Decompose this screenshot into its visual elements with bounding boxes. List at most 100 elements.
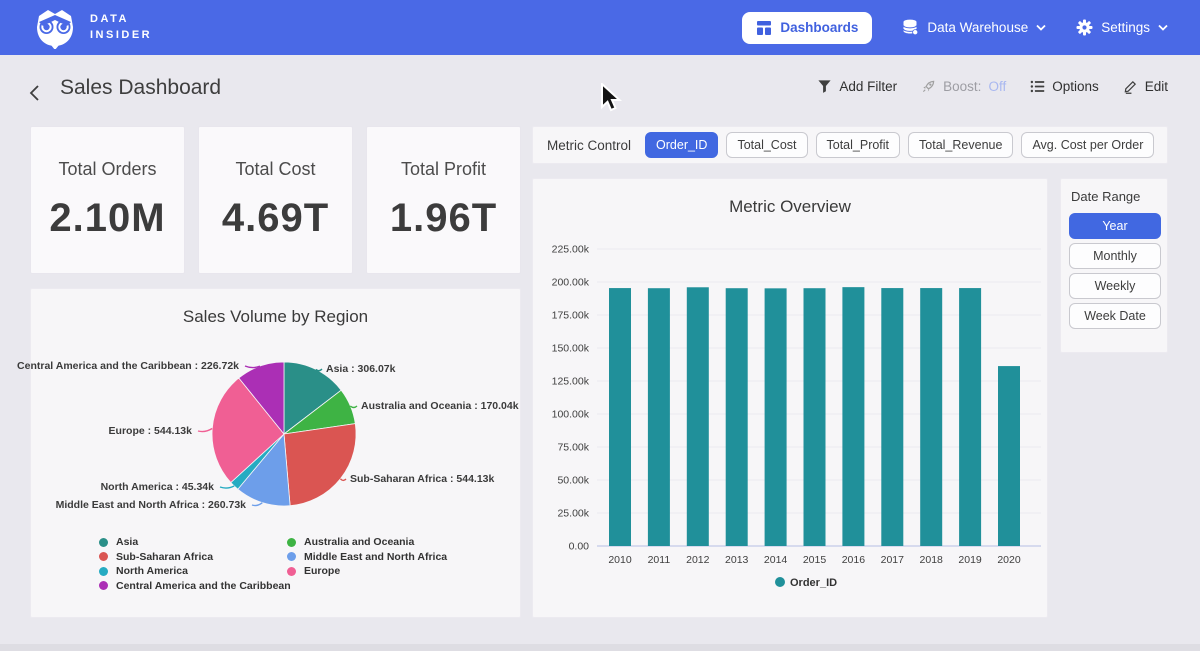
y-tick-label: 150.00k <box>552 343 590 355</box>
x-tick-label: 2017 <box>881 554 905 566</box>
back-button[interactable] <box>26 82 48 104</box>
y-tick-label: 25.00k <box>557 508 589 520</box>
legend-item: North America <box>99 564 287 579</box>
rocket-icon <box>921 79 936 94</box>
metric-option-total-cost[interactable]: Total_Cost <box>726 132 807 158</box>
legend-dot <box>99 567 108 576</box>
pie-callout-line <box>316 369 322 371</box>
bar-2020[interactable] <box>998 366 1020 546</box>
pie-slice-label: Europe : 544.13k <box>109 425 192 437</box>
x-tick-label: 2015 <box>803 554 827 566</box>
bar-2018[interactable] <box>920 288 942 546</box>
nav-dashboards-button[interactable]: Dashboards <box>742 12 872 44</box>
legend-item: Middle East and North Africa <box>287 550 447 565</box>
date-range-option-monthly[interactable]: Monthly <box>1069 243 1161 269</box>
x-tick-label: 2020 <box>997 554 1021 566</box>
legend-item: Europe <box>287 564 447 579</box>
pie-slice-3[interactable] <box>284 424 356 506</box>
pie-slice-label: Central America and the Caribbean : 226.… <box>17 360 239 372</box>
bar-legend-dot <box>775 577 785 587</box>
y-tick-label: 0.00 <box>569 541 590 553</box>
legend-dot <box>99 581 108 590</box>
page-header: Sales Dashboard Add Filter Boost: Off <box>0 55 1200 120</box>
bar-2015[interactable] <box>804 288 826 546</box>
metric-option-order-id[interactable]: Order_ID <box>645 132 718 158</box>
pie-slice-label: Middle East and North Africa : 260.73k <box>56 499 246 511</box>
pie-callout-line <box>252 503 262 506</box>
metric-overview-panel: Metric Overview 0.0025.00k50.00k75.00k10… <box>532 178 1048 618</box>
bar-2011[interactable] <box>648 288 670 546</box>
options-button[interactable]: Options <box>1030 79 1099 94</box>
y-tick-label: 225.00k <box>552 244 590 256</box>
x-tick-label: 2010 <box>608 554 632 566</box>
bar-legend-label: Order_ID <box>790 577 837 589</box>
x-tick-label: 2016 <box>842 554 866 566</box>
date-range-option-year[interactable]: Year <box>1069 213 1161 239</box>
footer-strip <box>0 644 1200 651</box>
edit-button[interactable]: Edit <box>1123 79 1168 94</box>
y-tick-label: 175.00k <box>552 310 590 322</box>
kpi-title: Total Profit <box>367 159 520 180</box>
pie-legend: AsiaSub-Saharan AfricaNorth AmericaCentr… <box>99 535 447 593</box>
y-tick-label: 75.00k <box>557 442 589 454</box>
pie-slice-label: Sub-Saharan Africa : 544.13k <box>350 473 494 485</box>
kpi-row: Total Orders 2.10M Total Cost 4.69T Tota… <box>30 126 521 274</box>
nav-settings-menu[interactable]: Settings <box>1076 19 1168 36</box>
kpi-card-total-orders: Total Orders 2.10M <box>30 126 185 274</box>
pie-callout-line <box>220 486 234 488</box>
filter-funnel-icon <box>817 79 832 94</box>
pie-slice-label: Australia and Oceania : 170.04k <box>361 400 519 412</box>
chevron-left-icon <box>26 84 44 102</box>
bar-2010[interactable] <box>609 288 631 546</box>
date-range-panel: Date Range YearMonthlyWeeklyWeek Date <box>1060 178 1168 353</box>
legend-item: Central America and the Caribbean <box>99 579 287 594</box>
metric-option-total-profit[interactable]: Total_Profit <box>816 132 901 158</box>
bar-2016[interactable] <box>842 287 864 546</box>
brand-logo: DATA INSIDER <box>32 7 152 49</box>
legend-item: Australia and Oceania <box>287 535 447 550</box>
x-tick-label: 2013 <box>725 554 749 566</box>
database-icon <box>902 19 919 36</box>
x-tick-label: 2012 <box>686 554 710 566</box>
bar-2019[interactable] <box>959 288 981 546</box>
add-filter-button[interactable]: Add Filter <box>817 79 897 94</box>
kpi-card-total-profit: Total Profit 1.96T <box>366 126 521 274</box>
legend-dot <box>287 552 296 561</box>
legend-dot <box>99 552 108 561</box>
chevron-down-icon <box>1036 24 1046 31</box>
legend-dot <box>287 567 296 576</box>
metric-control-bar: Metric Control Order_ID Total_Cost Total_P… <box>532 126 1168 164</box>
date-range-option-weekly[interactable]: Weekly <box>1069 273 1161 299</box>
date-range-option-week-date[interactable]: Week Date <box>1069 303 1161 329</box>
gear-icon <box>1076 19 1093 36</box>
bar-2013[interactable] <box>726 288 748 546</box>
metric-control-label: Metric Control <box>547 138 631 153</box>
legend-dot <box>99 538 108 547</box>
bar-2012[interactable] <box>687 287 709 546</box>
metric-option-total-revenue[interactable]: Total_Revenue <box>908 132 1013 158</box>
x-tick-label: 2014 <box>764 554 788 566</box>
boost-state: Off <box>988 79 1006 94</box>
pie-callout-line <box>340 479 346 481</box>
sales-volume-panel: Sales Volume by Region Asia : 306.07kAus… <box>30 288 521 618</box>
metric-option-avg-cost-per-order[interactable]: Avg. Cost per Order <box>1021 132 1154 158</box>
chevron-down-icon <box>1158 24 1168 31</box>
nav-data-warehouse-menu[interactable]: Data Warehouse <box>902 19 1046 36</box>
top-navbar: DATA INSIDER Dashboards Data Warehouse <box>0 0 1200 55</box>
kpi-value: 1.96T <box>367 196 520 241</box>
pie-callout-line <box>350 406 357 408</box>
legend-dot <box>287 538 296 547</box>
bar-2017[interactable] <box>881 288 903 546</box>
boost-toggle[interactable]: Boost: Off <box>921 79 1006 94</box>
pie-slice-label: North America : 45.34k <box>101 481 214 493</box>
y-tick-label: 100.00k <box>552 409 590 421</box>
bar-2014[interactable] <box>765 288 787 546</box>
x-tick-label: 2018 <box>920 554 944 566</box>
bar-chart-canvas: 0.0025.00k50.00k75.00k100.00k125.00k150.… <box>533 179 1047 617</box>
y-tick-label: 125.00k <box>552 376 590 388</box>
dashboard-grid-icon <box>756 20 772 36</box>
kpi-card-total-cost: Total Cost 4.69T <box>198 126 353 274</box>
brand-name: DATA INSIDER <box>90 12 152 44</box>
pencil-icon <box>1123 79 1138 94</box>
pie-slice-label: Asia : 306.07k <box>326 363 395 375</box>
